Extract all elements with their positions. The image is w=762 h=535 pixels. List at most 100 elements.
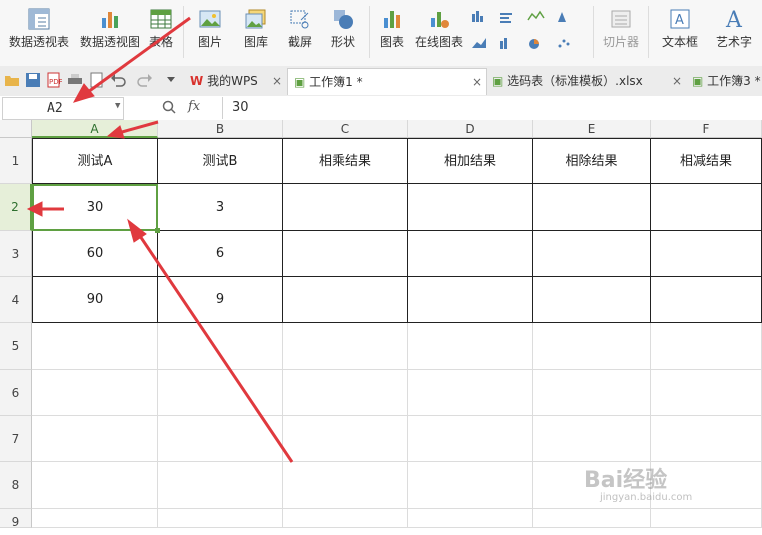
cell-c5[interactable]	[283, 323, 408, 370]
gallery-button[interactable]: 图库	[235, 4, 277, 62]
cell-f5[interactable]	[651, 323, 762, 370]
cell-b7[interactable]	[158, 416, 283, 462]
cell-f3[interactable]	[651, 231, 762, 277]
row-header-4[interactable]: 4	[0, 277, 32, 323]
cell-b3[interactable]: 6	[158, 231, 283, 277]
cell-d1[interactable]: 相加结果	[408, 138, 533, 184]
cell-d2[interactable]	[408, 184, 533, 231]
chart-button[interactable]: 图表	[376, 4, 408, 62]
cell-a7[interactable]	[32, 416, 158, 462]
chart-type-gallery[interactable]	[470, 8, 586, 60]
cell-d3[interactable]	[408, 231, 533, 277]
online-chart-button[interactable]: 在线图表	[412, 4, 466, 62]
screenshot-button[interactable]: 截屏	[281, 4, 319, 62]
cell-f7[interactable]	[651, 416, 762, 462]
slicer-button[interactable]: 切片器	[600, 4, 642, 62]
row-header-1[interactable]: 1	[0, 138, 32, 184]
cell-a4[interactable]: 90	[32, 277, 158, 323]
cell-e6[interactable]	[533, 370, 651, 416]
column-header-e[interactable]: E	[533, 120, 651, 138]
cell-a8[interactable]	[32, 462, 158, 509]
cell-b4[interactable]: 9	[158, 277, 283, 323]
cell-d4[interactable]	[408, 277, 533, 323]
column-header-b[interactable]: B	[158, 120, 283, 138]
pivot-chart-button[interactable]: 数据透视图	[78, 4, 142, 62]
cell-e2[interactable]	[533, 184, 651, 231]
cell-e3[interactable]	[533, 231, 651, 277]
tab-workbook3[interactable]: ▣ 工作簿3 *	[690, 68, 762, 94]
cell-a9[interactable]	[32, 509, 158, 528]
cell-b8[interactable]	[158, 462, 283, 509]
close-icon[interactable]: ×	[672, 68, 682, 94]
cell-a3[interactable]: 60	[32, 231, 158, 277]
open-folder-icon[interactable]	[4, 72, 20, 88]
row-header-3[interactable]: 3	[0, 231, 32, 277]
word-art-button[interactable]: A 艺术字	[710, 4, 758, 62]
row-header-2[interactable]: 2	[0, 184, 32, 231]
close-icon[interactable]: ×	[472, 69, 482, 95]
print-preview-icon[interactable]	[89, 72, 105, 88]
redo-icon[interactable]	[137, 72, 153, 88]
cell-d6[interactable]	[408, 370, 533, 416]
cell-e5[interactable]	[533, 323, 651, 370]
fill-handle[interactable]	[155, 228, 160, 233]
cell-e7[interactable]	[533, 416, 651, 462]
cell-f9[interactable]	[651, 509, 762, 528]
select-all-corner[interactable]	[0, 120, 32, 138]
tab-workbook1[interactable]: ▣ 工作簿1 * ×	[287, 68, 487, 95]
cell-e4[interactable]	[533, 277, 651, 323]
table-button[interactable]: 表格	[146, 4, 176, 62]
textbox-button[interactable]: A 文本框	[656, 4, 704, 62]
cell-f6[interactable]	[651, 370, 762, 416]
cell-c2[interactable]	[283, 184, 408, 231]
cell-f1[interactable]: 相减结果	[651, 138, 762, 184]
cell-e1[interactable]: 相除结果	[533, 138, 651, 184]
cell-a1[interactable]: 测试A	[32, 138, 158, 184]
cell-d7[interactable]	[408, 416, 533, 462]
close-icon[interactable]: ×	[272, 68, 282, 94]
pivot-table-button[interactable]: 数据透视表	[6, 4, 72, 62]
tab-my-wps[interactable]: W 我的WPS ×	[186, 68, 286, 94]
cell-b1[interactable]: 测试B	[158, 138, 283, 184]
chevron-down-icon[interactable]: ▼	[115, 101, 120, 111]
cell-c3[interactable]	[283, 231, 408, 277]
undo-icon[interactable]	[110, 72, 126, 88]
cell-d5[interactable]	[408, 323, 533, 370]
cell-b5[interactable]	[158, 323, 283, 370]
picture-button[interactable]: 图片	[190, 4, 230, 62]
name-box[interactable]: A2 ▼	[2, 97, 124, 120]
cell-c6[interactable]	[283, 370, 408, 416]
row-header-6[interactable]: 6	[0, 370, 32, 416]
zoom-function-icon[interactable]	[162, 100, 176, 114]
chevron-down-icon[interactable]	[166, 76, 176, 84]
column-header-f[interactable]: F	[651, 120, 762, 138]
cell-c1[interactable]: 相乘结果	[283, 138, 408, 184]
cell-c9[interactable]	[283, 509, 408, 528]
cell-b6[interactable]	[158, 370, 283, 416]
save-icon[interactable]	[25, 72, 41, 88]
row-header-9[interactable]: 9	[0, 509, 32, 529]
cell-f4[interactable]	[651, 277, 762, 323]
cell-f2[interactable]	[651, 184, 762, 231]
cell-e9[interactable]	[533, 509, 651, 528]
cell-b2[interactable]: 3	[158, 184, 283, 231]
insert-function-button[interactable]: fx	[188, 99, 200, 114]
row-header-8[interactable]: 8	[0, 462, 32, 509]
cell-d9[interactable]	[408, 509, 533, 528]
tab-selection-table[interactable]: ▣ 选码表（标准模板）.xlsx ×	[488, 68, 686, 94]
cell-d8[interactable]	[408, 462, 533, 509]
cell-c7[interactable]	[283, 416, 408, 462]
column-header-a[interactable]: A	[32, 120, 158, 138]
row-header-5[interactable]: 5	[0, 323, 32, 370]
cell-b9[interactable]	[158, 509, 283, 528]
print-icon[interactable]	[67, 72, 83, 88]
cell-c4[interactable]	[283, 277, 408, 323]
cell-a6[interactable]	[32, 370, 158, 416]
column-header-d[interactable]: D	[408, 120, 533, 138]
formula-input[interactable]: 30	[232, 100, 249, 115]
export-pdf-icon[interactable]: PDF	[46, 72, 62, 88]
row-header-7[interactable]: 7	[0, 416, 32, 462]
column-header-c[interactable]: C	[283, 120, 408, 138]
cell-c8[interactable]	[283, 462, 408, 509]
selected-cell-a2[interactable]	[32, 184, 160, 233]
